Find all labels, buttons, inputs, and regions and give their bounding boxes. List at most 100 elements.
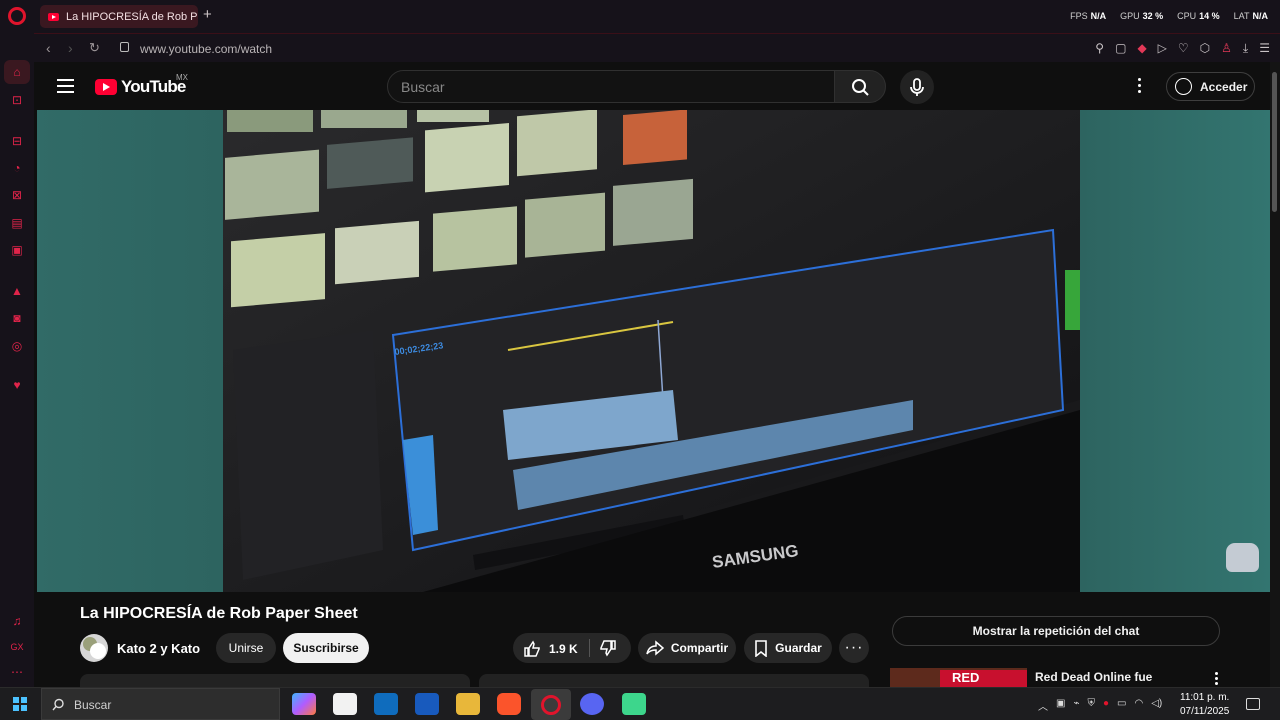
like-button[interactable]: 1.9 K (523, 640, 578, 658)
tab-title: La HIPOCRESÍA de Rob Paper Sheet (66, 10, 198, 23)
aria-icon[interactable]: ▲ (9, 285, 25, 298)
speed-icon[interactable]: ◔ (9, 162, 25, 175)
profile-icon[interactable]: ♙ (1221, 41, 1232, 56)
battery-icon[interactable]: ▭ (1117, 698, 1126, 713)
taskbar-search-icon (52, 698, 64, 711)
youtube-logo-icon[interactable] (95, 79, 117, 95)
tray-expand-icon[interactable]: ︿ (1038, 698, 1048, 713)
signin-button[interactable]: Acceder (1166, 72, 1255, 101)
scroll-thumb[interactable] (1272, 72, 1277, 212)
twitch-icon[interactable]: ◙ (9, 312, 25, 325)
settings-kebab-icon[interactable] (1138, 78, 1142, 94)
description-card[interactable] (80, 674, 470, 687)
share-button[interactable]: Compartir (638, 633, 736, 663)
taskbar-search-label: Buscar (74, 698, 112, 712)
taskbar-search[interactable]: Buscar (41, 688, 280, 720)
new-tab-button[interactable]: + (203, 6, 212, 23)
signin-label: Acceder (1200, 79, 1248, 94)
url-field[interactable]: www.youtube.com/watch (140, 42, 272, 56)
lock-icon[interactable] (120, 42, 129, 52)
hamburger-menu-icon[interactable] (57, 79, 74, 93)
file-explorer-icon[interactable] (456, 693, 480, 715)
controller-icon[interactable]: ⊟ (9, 135, 25, 148)
news-icon[interactable]: ▣ (9, 244, 25, 257)
video-content-editing-monitor: SAMSUNG 00;02;22;23 (223, 110, 1080, 592)
bag-icon[interactable]: ⊠ (9, 189, 25, 202)
forward-icon[interactable]: › (68, 40, 73, 56)
recommended-more-icon[interactable] (1215, 672, 1218, 687)
clock-date: 07/11/2025 (1180, 706, 1230, 717)
app-icon[interactable] (622, 693, 646, 715)
country-code: MX (176, 73, 188, 82)
sidebar-more-icon[interactable]: ⋯ (9, 666, 25, 679)
tray-opera-icon[interactable]: ● (1103, 698, 1109, 713)
stat-fps: FPS N/A (1070, 11, 1107, 21)
recommended-title[interactable]: Red Dead Online fue (1035, 670, 1152, 684)
like-divider (589, 639, 590, 657)
channel-avatar[interactable] (80, 634, 108, 662)
opera-logo-icon[interactable] (8, 7, 26, 25)
gamepad-icon[interactable]: ⊡ (9, 94, 25, 107)
youtube-header: YouTube MX Acceder (34, 62, 1270, 110)
browser-tab-active[interactable]: La HIPOCRESÍA de Rob Paper Sheet (40, 5, 198, 28)
outlook-icon[interactable] (374, 693, 398, 715)
search-input[interactable] (401, 79, 821, 95)
system-tray: ︿ ▣ ⌁ ⛨ ● ▭ ◠ ◁) (1038, 698, 1162, 713)
microphone-icon (910, 78, 924, 96)
favorite-icon[interactable]: ♥ (9, 379, 25, 392)
usb-icon[interactable]: ⌁ (1073, 698, 1079, 713)
video-player[interactable]: SAMSUNG 00;02;22;23 (37, 110, 1270, 592)
chat-replay-button[interactable]: Mostrar la repetición del chat (892, 616, 1220, 646)
notifications-icon[interactable] (1246, 698, 1260, 710)
voice-search-button[interactable] (900, 70, 934, 104)
store-icon[interactable] (333, 693, 357, 715)
home-icon[interactable]: ⌂ (9, 66, 25, 79)
player-side-right (1080, 110, 1270, 592)
page-scrollbar[interactable] (1270, 62, 1280, 687)
channel-name[interactable]: Kato 2 y Kato (117, 641, 200, 656)
play-icon[interactable]: ▷ (1158, 41, 1167, 56)
search-button[interactable] (834, 70, 886, 103)
snapshot-icon[interactable]: ▢ (1115, 41, 1126, 56)
tray-app-icon[interactable]: ▣ (1056, 698, 1065, 713)
extensions-icon[interactable]: ⬡ (1200, 41, 1210, 56)
youtube-favicon-icon (48, 12, 59, 21)
menu-icon[interactable]: ☰ (1259, 41, 1270, 56)
reload-icon[interactable]: ↻ (89, 40, 100, 56)
discord-icon[interactable] (580, 693, 604, 715)
save-button[interactable]: Guardar (744, 633, 832, 663)
opera-sidebar: ⌂ ⊡ ⊟ ◔ ⊠ ▤ ▣ ▲ ◙ ◎ ♥ ♫ GX ⋯ (0, 33, 34, 687)
back-icon[interactable]: ‹ (46, 40, 51, 56)
search-box (387, 70, 835, 103)
address-bar: ‹ › ↻ www.youtube.com/watch ⚲ ▢ ◆ ▷ ♡ ⬡ … (34, 33, 1280, 62)
more-actions-button[interactable]: ··· (839, 633, 869, 663)
music-icon[interactable]: ♫ (9, 615, 25, 628)
save-label: Guardar (775, 641, 822, 655)
windows-start-icon[interactable] (13, 697, 27, 711)
like-count: 1.9 K (549, 642, 578, 656)
dislike-button[interactable] (599, 639, 617, 660)
bookmark-icon (755, 639, 767, 657)
pocket-icon[interactable]: ◆ (1137, 41, 1146, 56)
word-icon[interactable] (415, 693, 439, 715)
video-frame[interactable]: SAMSUNG 00;02;22;23 (223, 110, 1080, 592)
comments-card[interactable] (479, 674, 869, 687)
volume-icon[interactable]: ◁) (1151, 698, 1162, 713)
gx-icon[interactable]: GX (9, 641, 25, 654)
recommended-thumbnail[interactable]: RED (890, 668, 1027, 687)
join-button[interactable]: Unirse (216, 633, 276, 663)
taskbar-clock[interactable]: 11:01 p. m. 07/11/2025 (1180, 691, 1229, 719)
copilot-icon[interactable] (292, 693, 316, 715)
wifi-icon[interactable]: ◠ (1134, 698, 1143, 713)
wallet-icon[interactable]: ▤ (9, 217, 25, 230)
defender-icon[interactable]: ⛨ (1087, 698, 1095, 713)
brave-icon[interactable] (497, 693, 521, 715)
opera-gx-taskbar-button[interactable] (531, 689, 571, 720)
thumbs-up-icon (524, 640, 540, 657)
pin-icon[interactable]: ⚲ (1095, 41, 1104, 56)
heart-icon[interactable]: ♡ (1178, 41, 1189, 56)
download-icon[interactable]: ⤓ (1243, 41, 1248, 56)
whatsapp-icon[interactable]: ◎ (9, 340, 25, 353)
stat-gpu: GPU 32 % (1120, 11, 1164, 21)
subscribe-button[interactable]: Suscribirse (283, 633, 369, 663)
